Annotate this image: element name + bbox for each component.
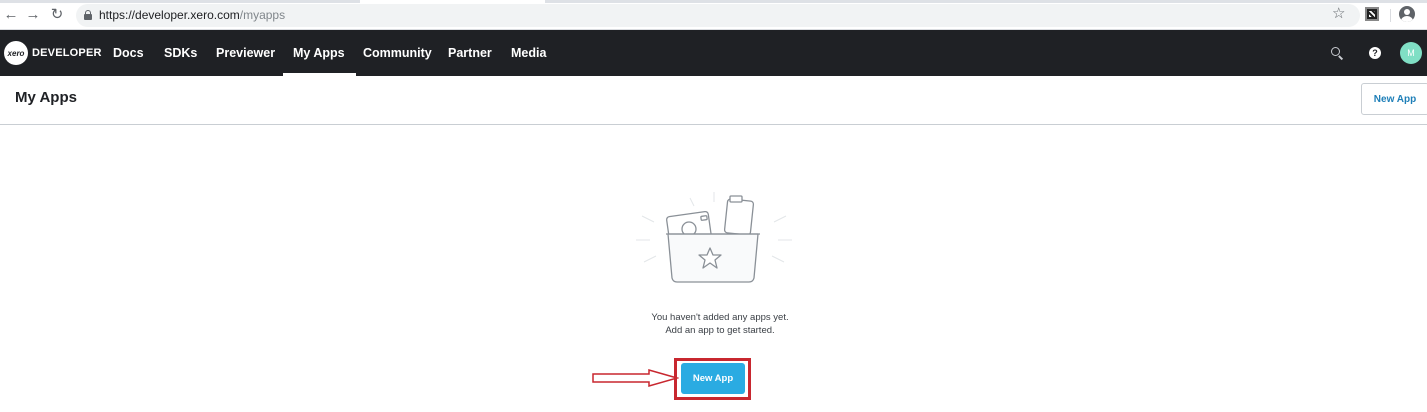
top-navigation: xero DEVELOPER Docs SDKs Previewer My Ap… [0, 30, 1427, 76]
help-icon[interactable]: ? [1369, 47, 1381, 59]
logo-text: DEVELOPER [32, 47, 102, 59]
tab-strip [0, 0, 1427, 3]
extension-icon[interactable] [1365, 7, 1379, 21]
url-text[interactable]: https://developer.xero.com/myapps [99, 8, 285, 22]
empty-state-line-2: Add an app to get started. [665, 325, 775, 336]
nav-item-community[interactable]: Community [363, 30, 432, 76]
avatar[interactable]: M [1400, 42, 1422, 64]
search-icon[interactable] [1331, 47, 1344, 60]
forward-arrow-icon[interactable]: → [25, 7, 41, 23]
nav-item-media[interactable]: Media [511, 30, 546, 76]
empty-basket-illustration [636, 192, 792, 283]
new-app-button[interactable]: New App [681, 363, 745, 394]
header-new-app-button[interactable]: New App [1361, 83, 1427, 115]
profile-icon[interactable] [1399, 6, 1415, 22]
nav-item-previewer[interactable]: Previewer [216, 30, 275, 76]
back-arrow-icon[interactable]: ← [3, 7, 19, 23]
nav-item-docs[interactable]: Docs [113, 30, 144, 76]
browser-toolbar: ← → ↻ https://developer.xero.com/myapps … [0, 0, 1427, 30]
reload-icon[interactable]: ↻ [49, 7, 65, 23]
address-bar[interactable]: https://developer.xero.com/myapps [76, 4, 1360, 27]
xero-developer-logo[interactable]: xero DEVELOPER [4, 41, 102, 65]
toolbar-divider [1390, 9, 1391, 22]
xero-logo-icon: xero [4, 41, 28, 65]
nav-item-sdks[interactable]: SDKs [164, 30, 197, 76]
annotation-arrow-icon [592, 369, 679, 387]
empty-state-message: You haven't added any apps yet. Add an a… [550, 311, 890, 337]
nav-item-partner[interactable]: Partner [448, 30, 492, 76]
page-header: My Apps New App [0, 76, 1427, 125]
bookmark-star-icon[interactable]: ☆ [1332, 6, 1345, 22]
lock-icon [84, 10, 92, 20]
nav-item-my-apps[interactable]: My Apps [283, 30, 356, 76]
empty-state-line-1: You haven't added any apps yet. [651, 312, 789, 323]
page-title: My Apps [15, 89, 77, 106]
